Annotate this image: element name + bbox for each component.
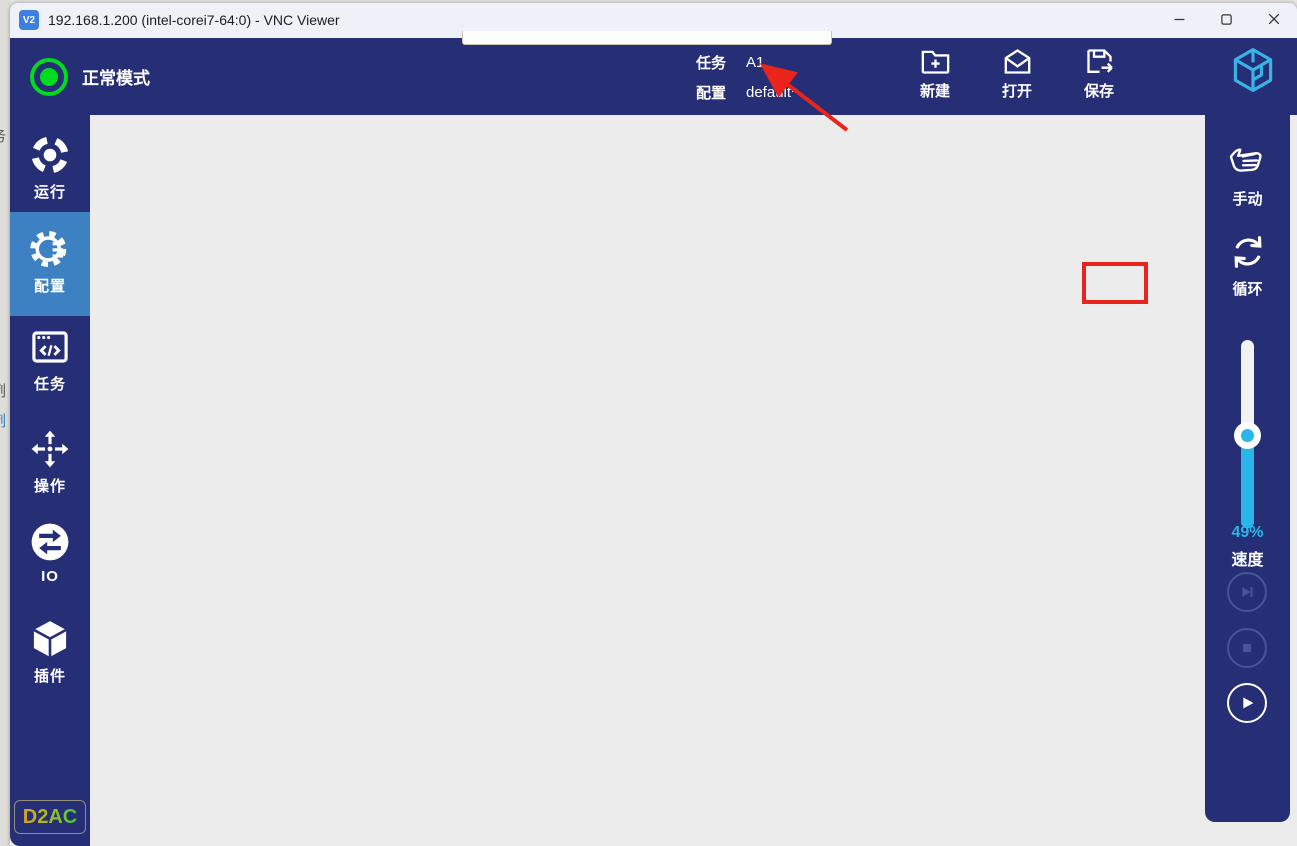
sidebar-item-label: 操作 <box>34 475 66 496</box>
header-button-label: 保存 <box>1084 80 1114 101</box>
cycle-icon[interactable] <box>1205 232 1290 272</box>
header-button-label: 新建 <box>920 80 950 101</box>
maximize-icon <box>1221 12 1232 30</box>
move-arrows-icon <box>29 428 71 470</box>
left-sidebar: 运行配置任务操作 IO 插件 D2AC <box>10 112 90 846</box>
speed-slider-knob[interactable] <box>1234 422 1261 449</box>
window-maximize-button[interactable] <box>1203 3 1250 38</box>
minimize-icon <box>1174 12 1185 30</box>
window-minimize-button[interactable] <box>1156 3 1203 38</box>
config-label: 配置 <box>696 82 734 103</box>
vnc-window: V2 192.168.1.200 (intel-corei7-64:0) - V… <box>10 3 1297 846</box>
vnc-app-icon: V2 <box>19 10 39 30</box>
cube-icon <box>29 618 71 660</box>
sidebar-item-label: IO <box>41 568 59 585</box>
window-controls <box>1156 3 1297 38</box>
task-config-block: 任务 A1 配置 default* <box>696 47 797 107</box>
app-header: 正常模式 任务 A1 配置 default* 新建 打开 保存 <box>10 38 1297 115</box>
header-new-button[interactable]: 新建 <box>900 45 970 101</box>
sidebar-item-label: 运行 <box>34 181 66 202</box>
sidebar-item-label: 插件 <box>34 665 66 686</box>
transport-play-button[interactable] <box>1227 683 1267 723</box>
sidebar-item-io[interactable]: IO <box>10 521 90 585</box>
close-icon <box>1268 12 1280 30</box>
manual-label: 手动 <box>1205 188 1290 209</box>
sidebar-item-config[interactable]: 配置 <box>10 212 90 316</box>
vnc-toolbar-tab[interactable] <box>462 31 832 45</box>
speed-percent: 49% <box>1205 524 1290 542</box>
mode-label: 正常模式 <box>82 38 150 115</box>
speed-slider-fill <box>1241 436 1254 528</box>
hand-icon[interactable] <box>1205 142 1290 182</box>
open-file-icon <box>1001 45 1034 78</box>
mode-indicator-icon <box>30 58 68 96</box>
sidebar-item-label: 任务 <box>34 373 66 394</box>
background-window-text-fragment: 例 <box>0 410 6 431</box>
io-swap-icon <box>29 521 71 563</box>
transport-stop-button[interactable] <box>1227 628 1267 668</box>
task-value: A1 <box>746 54 764 71</box>
sidebar-item-run[interactable]: 运行 <box>10 134 90 202</box>
new-file-icon <box>919 45 952 78</box>
background-window-fragment: 务例例 <box>0 0 10 846</box>
task-label: 任务 <box>696 52 734 73</box>
window-title: 192.168.1.200 (intel-corei7-64:0) - VNC … <box>48 3 340 38</box>
header-actions: 新建 打开 保存 <box>900 45 1134 101</box>
window-close-button[interactable] <box>1250 3 1297 38</box>
header-open-button[interactable]: 打开 <box>982 45 1052 101</box>
sidebar-item-operate[interactable]: 操作 <box>10 428 90 496</box>
run-target-icon <box>29 134 71 176</box>
background-window-text-fragment: 务 <box>0 125 6 146</box>
config-value: default* <box>746 84 797 101</box>
gear-icon <box>29 228 71 270</box>
loop-label: 循环 <box>1205 278 1290 299</box>
sidebar-item-label: 配置 <box>34 275 66 296</box>
sidebar-item-plugin[interactable]: 插件 <box>10 618 90 686</box>
sidebar-item-task[interactable]: 任务 <box>10 326 90 394</box>
save-icon <box>1083 45 1116 78</box>
header-save-button[interactable]: 保存 <box>1064 45 1134 101</box>
screen: 务例例 V2 192.168.1.200 (intel-corei7-64:0)… <box>0 0 1297 846</box>
speed-label: 速度 <box>1205 546 1290 570</box>
header-button-label: 打开 <box>1002 80 1032 101</box>
code-window-icon <box>29 326 71 368</box>
right-sidebar: 手动 循环 49% 速度 <box>1205 112 1290 822</box>
brand-logo-icon <box>1229 46 1277 94</box>
transport-skip-button[interactable] <box>1227 572 1267 612</box>
background-window-text-fragment: 例 <box>0 380 6 401</box>
d2ac-badge[interactable]: D2AC <box>14 800 86 834</box>
